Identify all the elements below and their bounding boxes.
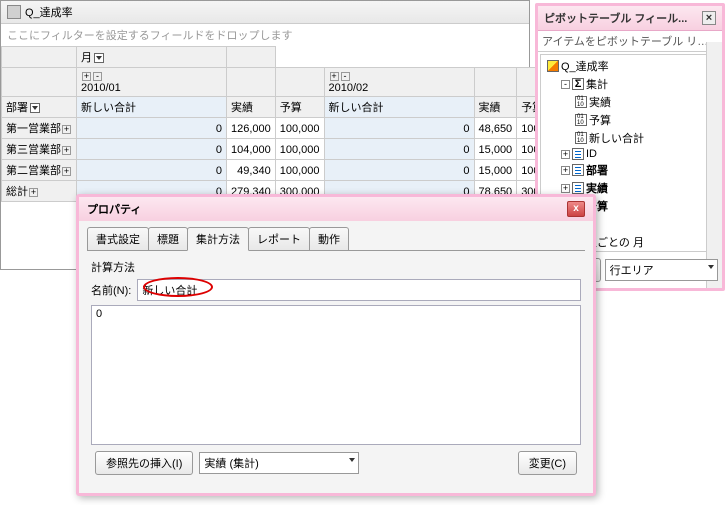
cell[interactable]: 100,000	[275, 139, 324, 160]
tab-behavior[interactable]: 動作	[309, 227, 349, 250]
subcol-actual[interactable]: 実績	[227, 97, 276, 118]
cell[interactable]: 0	[324, 160, 474, 181]
scrollbar[interactable]	[706, 54, 720, 252]
tree-label: ID	[586, 148, 597, 160]
cell[interactable]: 0	[77, 160, 227, 181]
cell[interactable]: 126,000	[227, 118, 276, 139]
window-titlebar: Q_達成率	[1, 1, 529, 24]
blank-cell	[275, 68, 324, 97]
tree-label: Q_達成率	[561, 58, 609, 74]
field-panel-hint: アイテムをピボットテーブル リストに...	[538, 31, 722, 52]
row-label[interactable]: 第二営業部+	[2, 160, 77, 181]
blank-cell	[474, 68, 517, 97]
tab-caption[interactable]: 標題	[148, 227, 188, 250]
area-select[interactable]: 行エリア	[605, 259, 718, 281]
cell[interactable]: 100,000	[275, 118, 324, 139]
cell[interactable]: 0	[324, 139, 474, 160]
expand-icon[interactable]: +	[561, 166, 570, 175]
window-title: Q_達成率	[25, 4, 73, 20]
cell[interactable]: 0	[77, 139, 227, 160]
expand-icon[interactable]: +	[62, 125, 71, 134]
tree-root[interactable]: Q_達成率	[543, 57, 717, 75]
expand-icon[interactable]: +	[62, 167, 71, 176]
section-label: 計算方法	[87, 257, 585, 277]
tab-content: 計算方法 名前(N): 新しい合計 0 参照先の挿入(I) 実績 (集計) 変更…	[87, 250, 585, 485]
tab-report[interactable]: レポート	[248, 227, 310, 250]
tree-item[interactable]: + ID	[543, 147, 717, 161]
collapse-icon[interactable]: -	[341, 72, 350, 81]
cell[interactable]: 48,650	[474, 118, 517, 139]
change-button[interactable]: 変更(C)	[518, 451, 577, 475]
tree-label: 集計	[586, 76, 608, 92]
expand-icon[interactable]: +	[62, 146, 71, 155]
blank-cell	[227, 68, 276, 97]
cube-icon	[547, 60, 559, 72]
field-panel-titlebar[interactable]: ピボットテーブル フィール... ×	[538, 6, 722, 31]
tree-label: 予算	[589, 112, 611, 128]
name-input[interactable]: 新しい合計	[137, 279, 581, 301]
tree-item[interactable]: 予算	[543, 111, 717, 129]
expand-icon[interactable]: +	[330, 72, 339, 81]
dept-header[interactable]: 部署	[2, 97, 77, 118]
dropdown-icon[interactable]	[94, 53, 104, 63]
field-icon	[572, 182, 584, 194]
blank-cell	[2, 47, 77, 68]
close-icon[interactable]: x	[567, 201, 585, 217]
dialog-title-text: プロパティ	[87, 201, 141, 217]
tab-bar: 書式設定 標題 集計方法 レポート 動作	[79, 221, 593, 250]
dialog-titlebar[interactable]: プロパティ x	[79, 197, 593, 221]
tree-label: 実績	[589, 94, 611, 110]
collapse-icon[interactable]: -	[561, 80, 570, 89]
field-icon	[572, 164, 584, 176]
tree-label: 新しい合計	[589, 130, 644, 146]
cell[interactable]: 0	[324, 118, 474, 139]
tree-item[interactable]: + 部署	[543, 161, 717, 179]
cell[interactable]: 104,000	[227, 139, 276, 160]
tree-item[interactable]: 新しい合計	[543, 129, 717, 147]
name-label: 名前(N):	[91, 282, 131, 298]
sigma-icon: Σ	[572, 78, 584, 90]
blank-cell	[227, 47, 276, 68]
dropdown-icon[interactable]	[30, 103, 40, 113]
properties-dialog: プロパティ x 書式設定 標題 集計方法 レポート 動作 計算方法 名前(N):…	[76, 194, 596, 496]
insert-ref-button[interactable]: 参照先の挿入(I)	[95, 451, 193, 475]
cell[interactable]: 0	[77, 118, 227, 139]
month-header[interactable]: 月	[77, 47, 227, 68]
row-label[interactable]: 総計+	[2, 181, 77, 202]
filter-drop-hint[interactable]: ここにフィルターを設定するフィールドをドロップします	[1, 24, 529, 46]
cell[interactable]: 15,000	[474, 160, 517, 181]
tab-calc[interactable]: 集計方法	[187, 227, 249, 251]
expand-icon[interactable]: +	[561, 184, 570, 193]
measure-icon	[575, 96, 587, 108]
tree-item[interactable]: -Σ集計	[543, 75, 717, 93]
tree-label: 部署	[586, 162, 608, 178]
blank-cell	[2, 68, 77, 97]
expression-textarea[interactable]: 0	[91, 305, 581, 445]
close-icon[interactable]: ×	[702, 11, 716, 25]
ref-select[interactable]: 実績 (集計)	[199, 452, 359, 474]
tree-item[interactable]: 実績	[543, 93, 717, 111]
expand-icon[interactable]: +	[561, 150, 570, 159]
measure-icon	[575, 114, 587, 126]
date-col-0[interactable]: +-2010/01	[77, 68, 227, 97]
subcol-actual[interactable]: 実績	[474, 97, 517, 118]
subcol-budget[interactable]: 予算	[275, 97, 324, 118]
row-label[interactable]: 第三営業部+	[2, 139, 77, 160]
field-icon	[572, 148, 584, 160]
subcol-newsum[interactable]: 新しい合計	[77, 97, 227, 118]
subcol-newsum[interactable]: 新しい合計	[324, 97, 474, 118]
tab-format[interactable]: 書式設定	[87, 227, 149, 250]
cell[interactable]: 100,000	[275, 160, 324, 181]
collapse-icon[interactable]: -	[93, 72, 102, 81]
measure-icon	[575, 132, 587, 144]
field-panel-title-text: ピボットテーブル フィール...	[544, 10, 687, 26]
expand-icon[interactable]: +	[29, 188, 38, 197]
cell[interactable]: 15,000	[474, 139, 517, 160]
date-col-1[interactable]: +-2010/02	[324, 68, 474, 97]
window-icon	[7, 5, 21, 19]
row-label[interactable]: 第一営業部+	[2, 118, 77, 139]
expand-icon[interactable]: +	[82, 72, 91, 81]
cell[interactable]: 49,340	[227, 160, 276, 181]
